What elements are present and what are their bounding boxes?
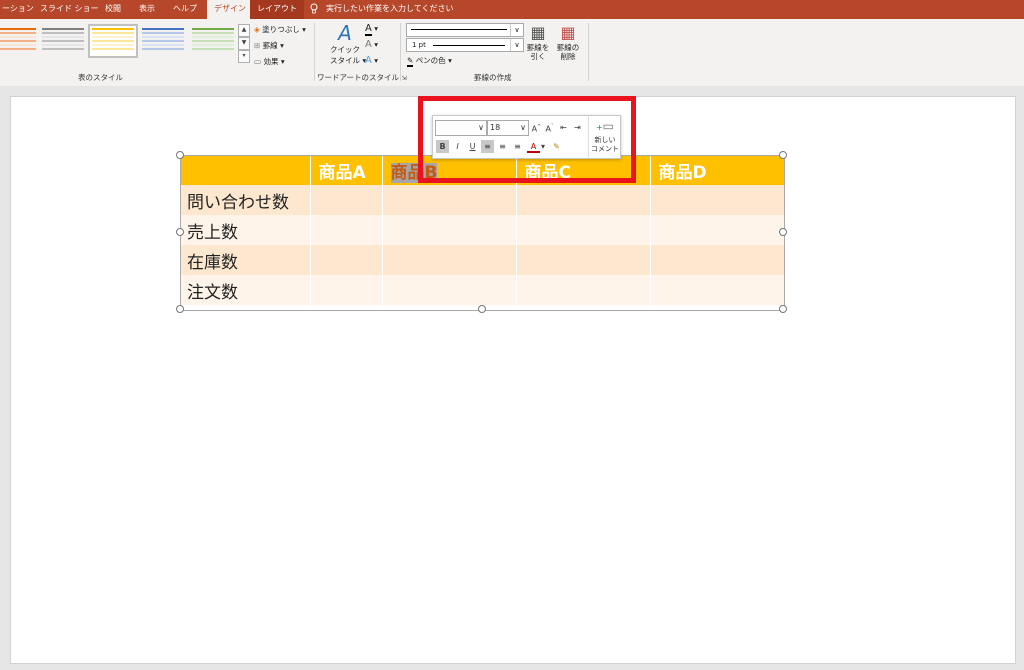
gallery-more[interactable]: ▾ [238, 50, 250, 63]
resize-handle-right[interactable] [779, 228, 787, 236]
table-cell[interactable] [310, 215, 383, 245]
pen-style-dropdown[interactable]: ∨ [406, 23, 524, 37]
highlight-annotation-box [418, 96, 636, 183]
quick-styles-label-2: スタイル ▾ [330, 56, 367, 65]
draw-table-button[interactable]: ▦ 罫線を 引く [526, 23, 550, 61]
table-cell[interactable] [382, 245, 517, 275]
table-cell[interactable] [382, 215, 517, 245]
separator [314, 23, 315, 81]
row-label[interactable]: 売上数 [180, 215, 311, 245]
tab-help[interactable]: ヘルプ [173, 0, 197, 19]
table-cell[interactable] [382, 185, 517, 215]
resize-handle-top-right[interactable] [779, 151, 787, 159]
table-style-gray[interactable] [40, 26, 86, 56]
tab-review[interactable]: 校閲 [105, 0, 121, 19]
row-label[interactable]: 問い合わせ数 [180, 185, 311, 215]
table-style-blue[interactable] [140, 26, 186, 56]
table-row: 注文数 [180, 275, 785, 305]
pen-color-button[interactable]: ✎ ペンの色 ▾ [407, 55, 452, 67]
table-style-orange[interactable] [0, 26, 38, 56]
row-label[interactable]: 在庫数 [180, 245, 311, 275]
table-row: 問い合わせ数 [180, 185, 785, 215]
tab-view[interactable]: 表示 [139, 0, 155, 19]
eraser-button[interactable]: ▦ 罫線の 削除 [556, 23, 580, 61]
pen-weight-dropdown[interactable]: 1 pt ∨ [406, 38, 524, 52]
pen-color-label: ペンの色 [415, 56, 446, 65]
separator [400, 23, 401, 81]
text-outline-icon: A [365, 39, 372, 50]
header-cell-product-d[interactable]: 商品D [650, 155, 785, 185]
table-row: 売上数 [180, 215, 785, 245]
table-row: 在庫数 [180, 245, 785, 275]
table-cell[interactable] [516, 245, 651, 275]
effects-label: 効果 [263, 57, 279, 66]
tab-design[interactable]: デザイン [207, 0, 253, 19]
table-cell[interactable] [382, 275, 517, 305]
table-style-gold-selected[interactable] [88, 24, 138, 58]
draw-borders-group-label: 罫線の作成 [474, 73, 512, 82]
shading-label: 塗りつぶし [262, 25, 300, 34]
draw-table-label-2: 引く [530, 52, 546, 61]
table-cell[interactable] [310, 245, 383, 275]
lightbulb-icon [310, 3, 318, 14]
eraser-icon: ▦ [560, 23, 576, 42]
borders-label: 罫線 [262, 41, 278, 50]
table-styles-group-label: 表のスタイル [78, 73, 123, 82]
table-cell[interactable] [650, 275, 785, 305]
tab-layout[interactable]: レイアウト [250, 0, 304, 19]
table-cell[interactable] [310, 185, 383, 215]
tell-me-text: 実行したい作業を入力してください [326, 4, 454, 13]
table-style-green[interactable] [190, 26, 236, 56]
draw-table-label-1: 罫線を [526, 43, 550, 52]
draw-table-icon: ▦ [530, 23, 546, 42]
text-effects-icon: A [365, 55, 372, 66]
header-cell-empty[interactable] [180, 155, 311, 185]
eraser-label-1: 罫線の [556, 43, 580, 52]
table-cell[interactable] [516, 275, 651, 305]
chevron-down-icon: ∨ [510, 39, 523, 51]
table-cell[interactable] [650, 185, 785, 215]
resize-handle-left[interactable] [176, 228, 184, 236]
resize-handle-top-left[interactable] [176, 151, 184, 159]
tell-me-search[interactable]: 実行したい作業を入力してください [310, 0, 454, 19]
header-cell-product-a[interactable]: 商品A [310, 155, 383, 185]
resize-handle-bottom-right[interactable] [779, 305, 787, 313]
text-fill-button[interactable]: A ▾ [365, 23, 378, 36]
quick-styles-button[interactable]: A クイック スタイル ▾ [330, 21, 367, 66]
quick-styles-label-1: クイック [330, 45, 360, 54]
resize-handle-bottom[interactable] [478, 305, 486, 313]
table-cell[interactable] [650, 215, 785, 245]
eraser-label-2: 削除 [560, 52, 576, 61]
text-fill-icon: A [365, 23, 372, 36]
wordart-group-label: ワードアートのスタイル ⇲ [317, 73, 407, 82]
paint-bucket-icon: ◈ [254, 25, 260, 34]
row-label[interactable]: 注文数 [180, 275, 311, 305]
dialog-launcher-icon[interactable]: ⇲ [401, 75, 406, 82]
resize-handle-bottom-left[interactable] [176, 305, 184, 313]
gallery-scroll-up[interactable]: ▲ [238, 24, 250, 37]
ribbon-tab-bar: ーション スライド ショー 校閲 表示 ヘルプ デザイン レイアウト 実行したい… [0, 0, 1024, 19]
wordart-a-icon: A [338, 21, 352, 45]
chevron-down-icon: ∨ [510, 24, 523, 36]
tab-slideshow[interactable]: スライド ショー [40, 0, 99, 19]
table-cell[interactable] [310, 275, 383, 305]
table-cell[interactable] [650, 245, 785, 275]
border-icon: ⊞ [254, 41, 261, 50]
ribbon: ▲ ▼ ▾ ◈ 塗りつぶし ▾ ⊞ 罫線 ▾ ▭ 効果 ▾ 表のスタイル A ク… [0, 19, 1024, 87]
borders-button[interactable]: ⊞ 罫線 ▾ [254, 40, 284, 51]
text-effects-button[interactable]: A ▾ [365, 55, 378, 66]
tab-transitions[interactable]: ーション [2, 0, 34, 19]
shading-button[interactable]: ◈ 塗りつぶし ▾ [254, 24, 306, 35]
effects-button[interactable]: ▭ 効果 ▾ [254, 56, 285, 67]
pen-icon: ✎ [407, 56, 414, 67]
table-cell[interactable] [516, 215, 651, 245]
gallery-scroll-down[interactable]: ▼ [238, 37, 250, 50]
effects-icon: ▭ [254, 57, 262, 66]
text-outline-button[interactable]: A ▾ [365, 39, 378, 50]
pen-weight-value: 1 pt [412, 41, 426, 49]
table-cell[interactable] [516, 185, 651, 215]
separator [588, 23, 589, 81]
